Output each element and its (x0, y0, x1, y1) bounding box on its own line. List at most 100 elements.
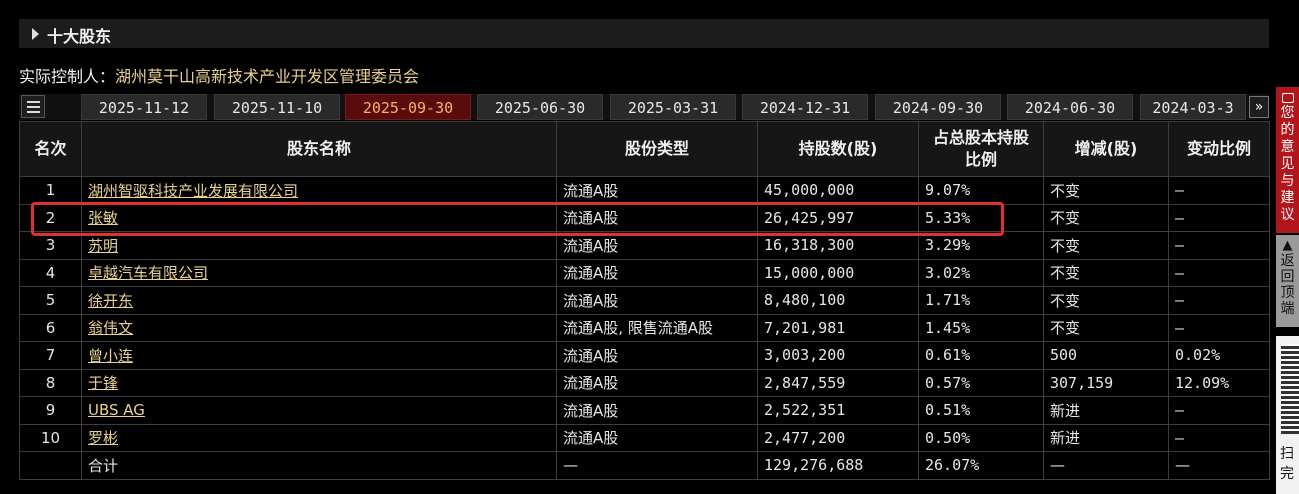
cell-shares: 26,425,997 (757, 203, 919, 232)
cell-type: 流通A股 (556, 286, 758, 315)
tab-date[interactable]: 2025-11-12 (81, 94, 207, 120)
shareholder-link[interactable]: 徐开东 (88, 292, 133, 310)
message-icon (1281, 93, 1294, 103)
cell-name: 张敏 (81, 203, 557, 232)
total-shares: 129,276,688 (757, 451, 919, 480)
cell-rank: 5 (19, 286, 82, 315)
cell-name: 曾小连 (81, 341, 557, 370)
total-ratio: 26.07% (918, 451, 1044, 480)
qr-code-icon (1281, 344, 1299, 434)
shareholder-link[interactable]: 翁伟文 (88, 319, 133, 337)
shareholder-link[interactable]: 罗彬 (88, 429, 118, 447)
header-rank: 名次 (19, 121, 82, 177)
cell-change-ratio: — (1168, 203, 1270, 232)
cell-type: 流通A股 (556, 396, 758, 425)
cell-change: 不变 (1043, 231, 1169, 260)
cell-type: 流通A股 (556, 258, 758, 287)
cell-shares: 8,480,100 (757, 286, 919, 315)
header-change-ratio: 变动比例 (1168, 121, 1270, 177)
table-row: 2 张敏 流通A股 26,425,997 5.33% 不变 — (19, 203, 1270, 232)
cell-ratio: 0.51% (918, 396, 1044, 425)
cell-rank: 10 (19, 423, 82, 452)
shareholder-link[interactable]: 张敏 (88, 209, 118, 227)
cell-change: 不变 (1043, 286, 1169, 315)
tab-date[interactable]: 2025-06-30 (477, 94, 603, 120)
table-row: 1 湖州智驱科技产业发展有限公司 流通A股 45,000,000 9.07% 不变 — (19, 176, 1270, 205)
cell-name: 湖州智驱科技产业发展有限公司 (81, 176, 557, 205)
tab-date[interactable]: 2024-06-30 (1007, 94, 1133, 120)
cell-name: 罗彬 (81, 423, 557, 452)
cell-type: 流通A股, 限售流通A股 (556, 313, 758, 342)
expand-triangle-icon (32, 28, 39, 40)
section-header[interactable]: 十大股东 (19, 19, 1269, 48)
cell-name: 徐开东 (81, 286, 557, 315)
cell-rank: 1 (19, 176, 82, 205)
cell-change: 500 (1043, 341, 1169, 370)
cell-change-ratio: 12.09% (1168, 368, 1270, 397)
cell-type: 流通A股 (556, 176, 758, 205)
cell-change-ratio: — (1168, 176, 1270, 205)
cell-rank (19, 451, 82, 480)
shareholder-link[interactable]: UBS AG (88, 401, 145, 419)
cell-rank: 6 (19, 313, 82, 342)
cell-ratio: 0.50% (918, 423, 1044, 452)
total-type: — (556, 451, 758, 480)
cell-change-ratio: — (1168, 258, 1270, 287)
tab-date[interactable]: 2025-09-30 (345, 94, 471, 120)
arrow-up-icon: ▲ (1282, 238, 1293, 253)
cell-change: 新进 (1043, 396, 1169, 425)
section-title: 十大股东 (47, 27, 112, 46)
header-name: 股东名称 (81, 121, 557, 177)
cell-ratio: 1.45% (918, 313, 1044, 342)
cell-type: 流通A股 (556, 368, 758, 397)
feedback-button[interactable]: 您的意见与建议 (1276, 87, 1299, 233)
cell-shares: 45,000,000 (757, 176, 919, 205)
top-ten-shareholders-table: 名次 股东名称 股份类型 持股数(股) 占总股本持股比例 增减(股) 变动比例 … (19, 121, 1270, 480)
cell-shares: 15,000,000 (757, 258, 919, 287)
controller-value: 湖州莫干山高新技术产业开发区管理委员会 (115, 67, 420, 86)
table-row: 3 苏明 流通A股 16,318,300 3.29% 不变 — (19, 231, 1270, 260)
shareholder-link[interactable]: 曾小连 (88, 347, 133, 365)
shareholder-link[interactable]: 卓越汽车有限公司 (88, 264, 208, 282)
cell-change-ratio: — (1168, 396, 1270, 425)
qr-code-panel[interactable]: 扫 完 (1276, 336, 1299, 494)
cell-shares: 2,522,351 (757, 396, 919, 425)
total-change-ratio: — (1168, 451, 1270, 480)
table-row: 4 卓越汽车有限公司 流通A股 15,000,000 3.02% 不变 — (19, 258, 1270, 287)
cell-shares: 3,003,200 (757, 341, 919, 370)
shareholder-link[interactable]: 苏明 (88, 237, 118, 255)
tab-date[interactable]: 2024-12-31 (742, 94, 868, 120)
header-type: 股份类型 (556, 121, 758, 177)
cell-type: 流通A股 (556, 231, 758, 260)
cell-change: 不变 (1043, 313, 1169, 342)
list-menu-icon[interactable] (21, 95, 45, 118)
cell-ratio: 0.61% (918, 341, 1044, 370)
cell-ratio: 9.07% (918, 176, 1044, 205)
back-to-top-button[interactable]: ▲ 返回顶端 (1276, 235, 1299, 327)
cell-change: 不变 (1043, 203, 1169, 232)
cell-type: 流通A股 (556, 203, 758, 232)
cell-type: 流通A股 (556, 423, 758, 452)
cell-shares: 7,201,981 (757, 313, 919, 342)
header-shares: 持股数(股) (757, 121, 919, 177)
cell-ratio: 3.29% (918, 231, 1044, 260)
total-change: — (1043, 451, 1169, 480)
table-row: 8 于锋 流通A股 2,847,559 0.57% 307,159 12.09% (19, 368, 1270, 397)
tab-date[interactable]: 2025-11-10 (214, 94, 340, 120)
table-row: 5 徐开东 流通A股 8,480,100 1.71% 不变 — (19, 286, 1270, 315)
cell-ratio: 1.71% (918, 286, 1044, 315)
next-tabs-icon[interactable]: » (1249, 96, 1269, 118)
cell-change: 不变 (1043, 176, 1169, 205)
header-change: 增减(股) (1043, 121, 1169, 177)
cell-name: 于锋 (81, 368, 557, 397)
total-label: 合计 (81, 451, 557, 480)
cell-name: UBS AG (81, 396, 557, 425)
cell-type: 流通A股 (556, 341, 758, 370)
shareholder-link[interactable]: 于锋 (88, 374, 118, 392)
tab-date[interactable]: 2025-03-31 (610, 94, 736, 120)
cell-change-ratio: — (1168, 313, 1270, 342)
tab-date[interactable]: 2024-03-3 (1140, 94, 1246, 120)
cell-change-ratio: — (1168, 231, 1270, 260)
tab-date[interactable]: 2024-09-30 (875, 94, 1001, 120)
shareholder-link[interactable]: 湖州智驱科技产业发展有限公司 (88, 182, 298, 200)
